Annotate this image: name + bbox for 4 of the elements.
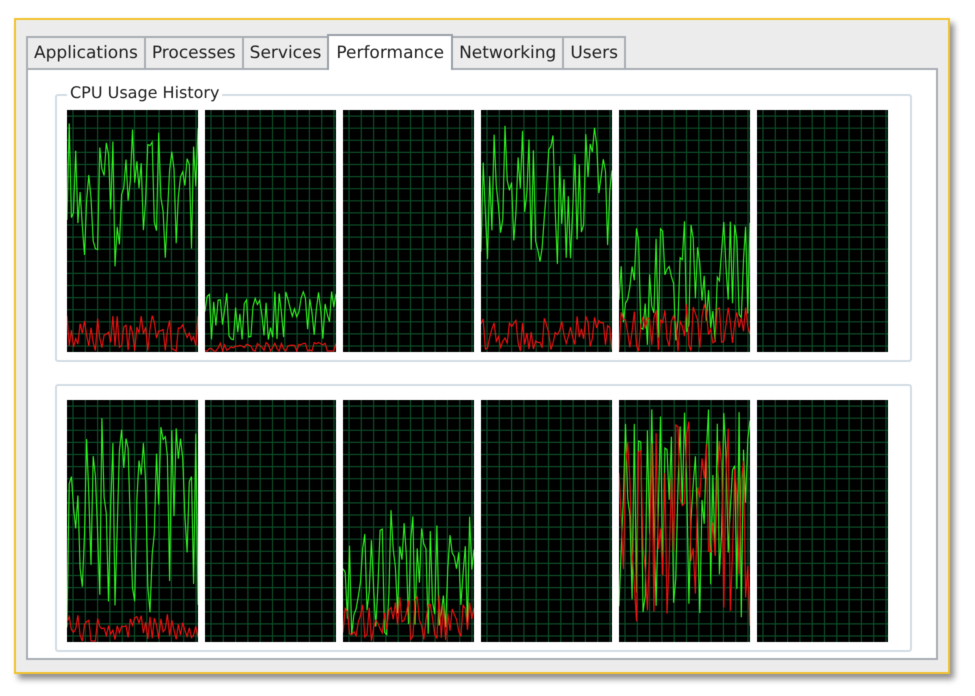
group-title: CPU Usage History (67, 83, 222, 102)
tab[interactable]: Users (562, 36, 626, 68)
tab[interactable]: Performance (327, 34, 454, 70)
tab[interactable]: Applications (26, 36, 146, 68)
